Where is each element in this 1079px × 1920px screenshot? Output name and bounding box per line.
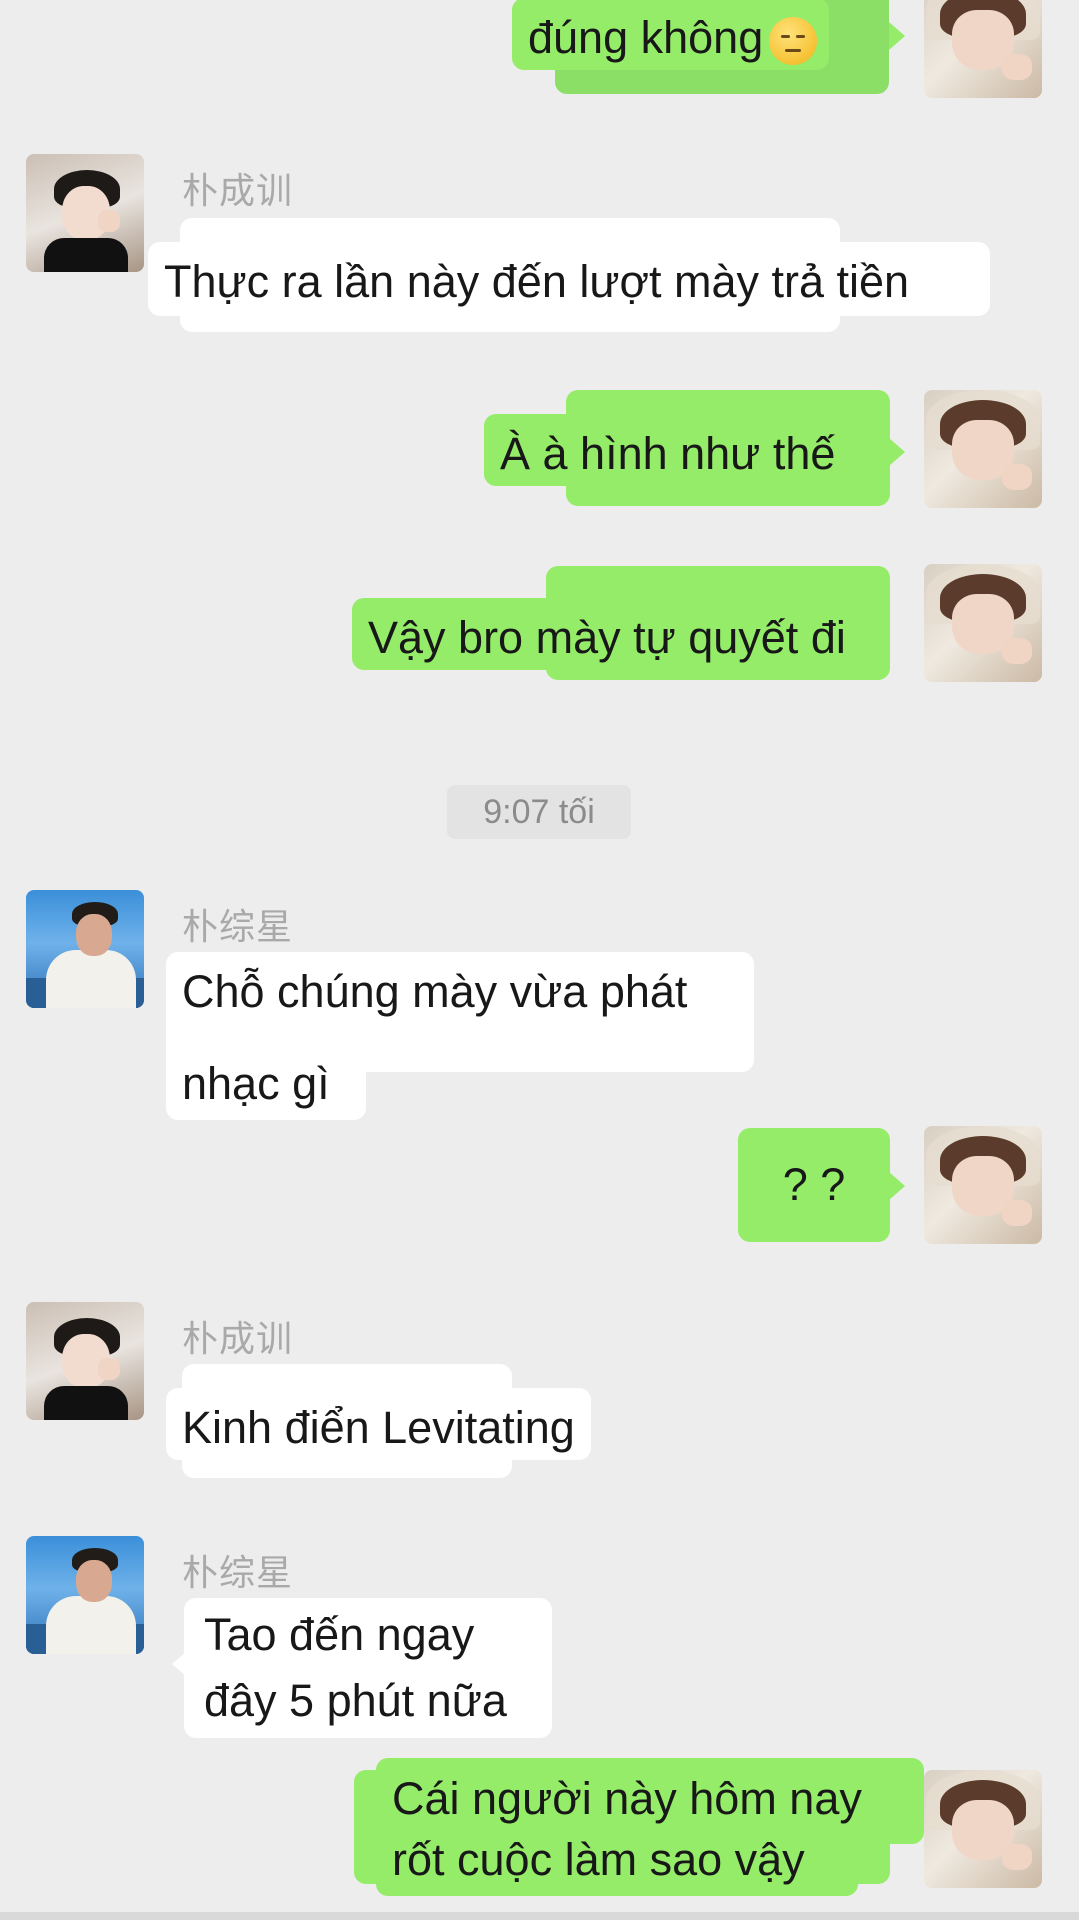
sender-name: 朴成训 bbox=[182, 1319, 294, 1360]
message-text: Vậy bro mày tự quyết đi bbox=[368, 612, 846, 663]
message-line: đây 5 phút nữa bbox=[204, 1675, 507, 1726]
message-text: đúng không bbox=[528, 12, 764, 63]
message-text: À à hình như thế bbox=[500, 428, 836, 479]
message-bubble-out[interactable]: đúng không bbox=[512, 0, 830, 70]
sender-name: 朴综星 bbox=[182, 907, 294, 948]
message-bubble-in[interactable]: Tao đến ngay đây 5 phút nữa bbox=[184, 1598, 552, 1738]
bubble-tail bbox=[889, 1172, 905, 1200]
message-bubble-in[interactable]: Kinh điển Levitating bbox=[166, 1388, 591, 1460]
avatar-contact-1[interactable] bbox=[26, 1302, 144, 1420]
avatar-self[interactable] bbox=[924, 1770, 1042, 1888]
avatar-self[interactable] bbox=[924, 1126, 1042, 1244]
bubble-tail bbox=[889, 22, 905, 50]
pensive-face-icon bbox=[769, 17, 818, 66]
avatar-self[interactable] bbox=[924, 564, 1042, 682]
message-line: rốt cuộc làm sao vậy bbox=[392, 1834, 805, 1885]
message-line: Cái người này hôm nay bbox=[392, 1773, 862, 1824]
message-bubble-in[interactable]: Thực ra lần này đến lượt mày trả tiền bbox=[148, 242, 990, 316]
message-bubble-out[interactable]: ? ? bbox=[738, 1128, 890, 1242]
message-line: Tao đến ngay bbox=[204, 1609, 475, 1660]
message-line: Chỗ chúng mày vừa phát bbox=[182, 966, 688, 1017]
bottom-divider bbox=[0, 1912, 1079, 1920]
message-bubble-out[interactable]: Vậy bro mày tự quyết đi bbox=[352, 598, 862, 670]
avatar-contact-2[interactable] bbox=[26, 890, 144, 1008]
timestamp: 9:07 tối bbox=[447, 785, 631, 839]
message-bubble-out-line2[interactable]: rốt cuộc làm sao vậy bbox=[376, 1826, 858, 1896]
bubble-tail bbox=[889, 438, 905, 466]
message-bubble-out[interactable]: À à hình như thế bbox=[484, 414, 852, 486]
avatar-contact-2[interactable] bbox=[26, 1536, 144, 1654]
message-bubble-in-line2[interactable]: nhạc gì bbox=[166, 1050, 366, 1120]
sender-name: 朴综星 bbox=[182, 1553, 294, 1594]
avatar-self[interactable] bbox=[924, 0, 1042, 98]
message-text: ? ? bbox=[782, 1159, 846, 1210]
message-text: Thực ra lần này đến lượt mày trả tiền bbox=[164, 256, 910, 307]
avatar-self[interactable] bbox=[924, 390, 1042, 508]
message-line: nhạc gì bbox=[182, 1058, 330, 1109]
sender-name: 朴成训 bbox=[182, 171, 294, 212]
avatar-contact-1[interactable] bbox=[26, 154, 144, 272]
message-text: Kinh điển Levitating bbox=[182, 1402, 575, 1453]
